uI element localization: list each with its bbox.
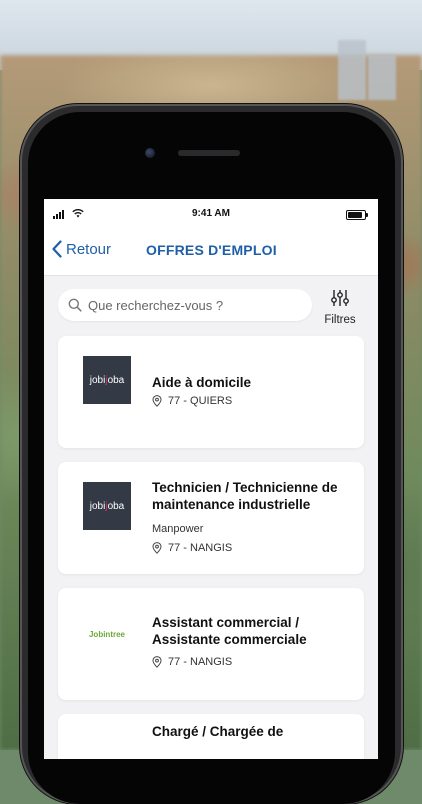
back-label: Retour xyxy=(66,240,112,258)
job-card[interactable]: jobi j oba Technicien / Technicienne de ma… xyxy=(58,462,364,574)
filters-label: Filtres xyxy=(324,314,356,326)
chevron-left-icon xyxy=(52,240,62,258)
search-input[interactable] xyxy=(88,297,298,313)
navigation-bar: Retour OFFRES D'EMPLOI xyxy=(44,227,378,276)
job-card[interactable]: Jobintree Assistant commercial / Assista… xyxy=(58,588,364,700)
page-title: OFFRES D'EMPLOI xyxy=(146,242,277,258)
search-bar[interactable] xyxy=(58,289,312,321)
background-tower xyxy=(368,55,396,100)
filters-button[interactable]: Filtres xyxy=(320,289,360,326)
job-location: 77 - NANGIS xyxy=(152,542,232,554)
status-bar: 9:41 AM xyxy=(44,199,378,227)
app-screen: 9:41 AM Retour OFFRES D'EMPLOI Que reche… xyxy=(44,199,378,759)
earpiece-speaker xyxy=(178,150,240,156)
location-pin-icon xyxy=(152,395,162,407)
job-card[interactable]: jobi j oba Aide à domicile 77 - QUIERS xyxy=(58,336,364,448)
job-title: Assistant commercial / Assistante commer… xyxy=(152,615,307,647)
job-card[interactable]: Chargé / Chargée de xyxy=(58,714,364,759)
job-company: Manpower xyxy=(152,523,204,535)
background-tower xyxy=(338,40,366,100)
location-pin-icon xyxy=(152,656,162,668)
job-title: Chargé / Chargée de xyxy=(152,724,284,739)
job-location: 77 - QUIERS xyxy=(152,395,232,407)
job-location-text: 77 - NANGIS xyxy=(168,542,233,554)
location-pin-icon xyxy=(152,542,162,554)
sliders-icon xyxy=(331,290,349,306)
front-camera xyxy=(145,148,155,158)
job-location-text: 77 - NANGIS xyxy=(168,656,233,668)
jobintree-logo: Jobintree xyxy=(88,629,125,639)
battery-icon xyxy=(346,210,368,220)
job-location-text: 77 - QUIERS xyxy=(168,395,233,407)
job-title: Technicien / Technicienne de maintenance… xyxy=(152,480,338,512)
search-icon xyxy=(68,298,82,312)
search-row: Filtres xyxy=(44,276,378,336)
jobijoba-logo: jobi j oba xyxy=(83,356,131,404)
job-location: 77 - NANGIS xyxy=(152,656,232,668)
status-time: 9:41 AM xyxy=(192,208,230,219)
jobijoba-logo: jobi j oba xyxy=(83,482,131,530)
job-title: Aide à domicile xyxy=(152,375,252,390)
back-button[interactable]: Retour xyxy=(52,240,111,258)
